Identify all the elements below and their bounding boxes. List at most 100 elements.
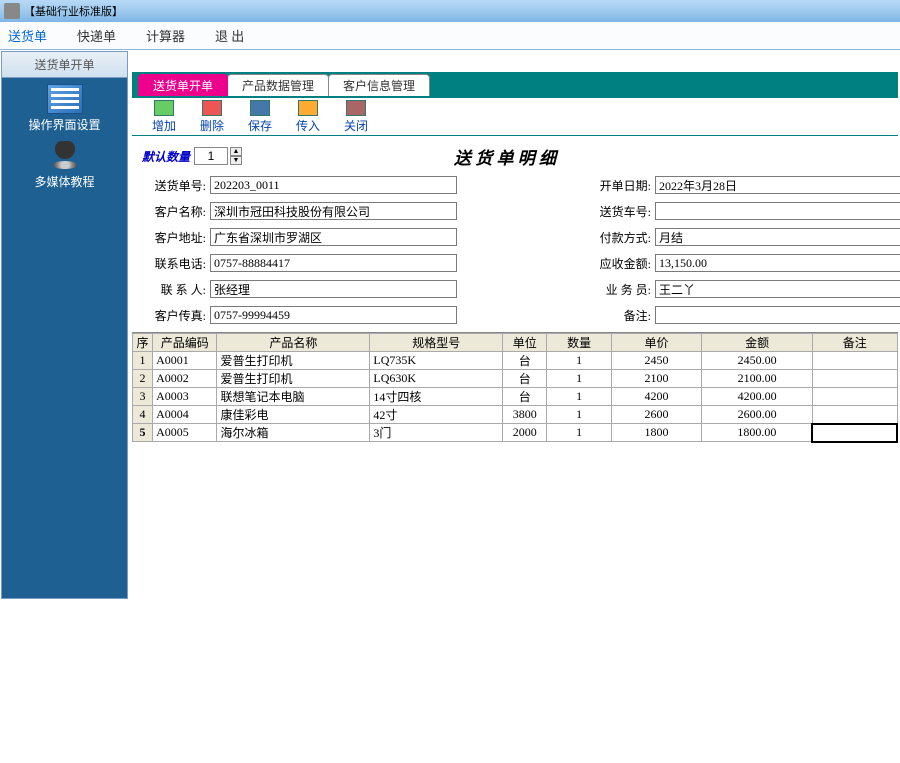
sidebar-item[interactable]: 多媒体教程 <box>2 135 127 192</box>
add-button[interactable]: 增加 <box>140 100 188 134</box>
table-cell[interactable] <box>812 424 897 442</box>
table-cell[interactable]: A0003 <box>153 388 217 406</box>
form-input[interactable] <box>210 306 457 324</box>
table-cell[interactable]: 台 <box>503 370 547 388</box>
sidebar-header: 送货单开单 <box>2 52 127 78</box>
del-button[interactable]: 删除 <box>188 100 236 134</box>
table-row[interactable]: 4A0004康佳彩电42寸3800126002600.00 <box>133 406 898 424</box>
table-cell[interactable]: 4200 <box>611 388 702 406</box>
table-cell[interactable]: 1 <box>547 406 611 424</box>
table-cell[interactable]: 14寸四核 <box>370 388 503 406</box>
table-cell[interactable]: 1 <box>547 388 611 406</box>
form-input[interactable] <box>210 228 457 246</box>
table-cell[interactable]: 2100.00 <box>702 370 813 388</box>
menu-item[interactable]: 快递单 <box>77 26 116 45</box>
sidebar-item[interactable]: 操作界面设置 <box>2 78 127 135</box>
column-header[interactable]: 备注 <box>812 334 897 352</box>
table-cell[interactable]: A0002 <box>153 370 217 388</box>
spinner-down-icon[interactable]: ▼ <box>230 156 242 165</box>
table-cell[interactable]: 2600.00 <box>702 406 813 424</box>
table-cell[interactable]: 3800 <box>503 406 547 424</box>
column-header[interactable]: 产品名称 <box>217 334 370 352</box>
import-button[interactable]: 传入 <box>284 100 332 134</box>
default-qty-spinner[interactable]: ▲ ▼ <box>230 147 242 165</box>
table-cell[interactable]: A0001 <box>153 352 217 370</box>
menu-item[interactable]: 退 出 <box>215 26 244 45</box>
table-cell[interactable] <box>812 388 897 406</box>
table-cell[interactable]: 1 <box>547 370 611 388</box>
table-row[interactable]: 2A0002爱普生打印机LQ630K台121002100.00 <box>133 370 898 388</box>
table-cell[interactable]: 2000 <box>503 424 547 442</box>
doc-tab[interactable]: 客户信息管理 <box>328 74 430 96</box>
table-cell[interactable]: 2450.00 <box>702 352 813 370</box>
column-header[interactable]: 产品编码 <box>153 334 217 352</box>
table-cell[interactable]: 1800 <box>611 424 702 442</box>
form-input[interactable] <box>210 254 457 272</box>
default-qty-label: 默认数量 <box>142 148 190 165</box>
table-cell[interactable] <box>812 370 897 388</box>
table-cell[interactable] <box>812 406 897 424</box>
column-header[interactable]: 单位 <box>503 334 547 352</box>
table-row[interactable]: 3A0003联想笔记本电脑14寸四核台142004200.00 <box>133 388 898 406</box>
form-input[interactable] <box>210 202 457 220</box>
form-label: 开单日期: <box>587 177 651 194</box>
table-cell[interactable]: 1 <box>547 352 611 370</box>
form-input[interactable] <box>210 176 457 194</box>
table-cell[interactable]: 1 <box>547 424 611 442</box>
table-cell[interactable] <box>812 352 897 370</box>
table-cell[interactable]: 1800.00 <box>702 424 813 442</box>
table-cell[interactable]: 海尔冰箱 <box>217 424 370 442</box>
spinner-up-icon[interactable]: ▲ <box>230 147 242 156</box>
table-cell[interactable]: 2450 <box>611 352 702 370</box>
form-input[interactable] <box>210 280 457 298</box>
table-cell[interactable]: 3 <box>133 388 153 406</box>
doc-tab[interactable]: 送货单开单 <box>138 74 228 96</box>
table-cell[interactable]: 爱普生打印机 <box>217 352 370 370</box>
form-input[interactable] <box>655 254 900 272</box>
form-input[interactable] <box>655 228 900 246</box>
table-cell[interactable]: 2100 <box>611 370 702 388</box>
table-row[interactable]: 5A0005海尔冰箱3门2000118001800.00 <box>133 424 898 442</box>
table-cell[interactable]: 爱普生打印机 <box>217 370 370 388</box>
form-row: 开单日期: <box>587 174 900 196</box>
column-header[interactable]: 金额 <box>702 334 813 352</box>
table-cell[interactable]: 台 <box>503 388 547 406</box>
table-cell[interactable]: 5 <box>133 424 153 442</box>
table-cell[interactable]: 4 <box>133 406 153 424</box>
form-row: 客户名称: <box>142 200 457 222</box>
menu-item[interactable]: 计算器 <box>146 26 185 45</box>
save-button[interactable]: 保存 <box>236 100 284 134</box>
doc-tab[interactable]: 产品数据管理 <box>227 74 329 96</box>
data-grid[interactable]: 序产品编码产品名称规格型号单位数量单价金额备注1A0001爱普生打印机LQ735… <box>132 332 898 763</box>
column-header[interactable]: 数量 <box>547 334 611 352</box>
table-cell[interactable]: A0004 <box>153 406 217 424</box>
form-row: 联系电话: <box>142 252 457 274</box>
table-cell[interactable]: 2600 <box>611 406 702 424</box>
column-header[interactable]: 规格型号 <box>370 334 503 352</box>
form-input[interactable] <box>655 306 900 324</box>
form-input[interactable] <box>655 202 900 220</box>
form-row: 客户地址: <box>142 226 457 248</box>
table-cell[interactable]: 4200.00 <box>702 388 813 406</box>
table-cell[interactable]: 2 <box>133 370 153 388</box>
media-icon <box>47 141 83 171</box>
table-cell[interactable]: A0005 <box>153 424 217 442</box>
form-input[interactable] <box>655 176 900 194</box>
toolbar-button-label: 删除 <box>188 117 236 134</box>
table-cell[interactable]: LQ630K <box>370 370 503 388</box>
close-button[interactable]: 关闭 <box>332 100 380 134</box>
table-cell[interactable]: 42寸 <box>370 406 503 424</box>
table-cell[interactable]: 康佳彩电 <box>217 406 370 424</box>
table-cell[interactable]: 联想笔记本电脑 <box>217 388 370 406</box>
table-cell[interactable]: 1 <box>133 352 153 370</box>
form-input[interactable] <box>655 280 900 298</box>
table-cell[interactable]: LQ735K <box>370 352 503 370</box>
default-qty-input[interactable] <box>194 147 228 165</box>
table-cell[interactable]: 3门 <box>370 424 503 442</box>
table-row[interactable]: 1A0001爱普生打印机LQ735K台124502450.00 <box>133 352 898 370</box>
column-header[interactable]: 序 <box>133 334 153 352</box>
column-header[interactable]: 单价 <box>611 334 702 352</box>
table-cell[interactable]: 台 <box>503 352 547 370</box>
sheet-icon <box>47 84 83 114</box>
menu-item[interactable]: 送货单 <box>8 26 47 45</box>
